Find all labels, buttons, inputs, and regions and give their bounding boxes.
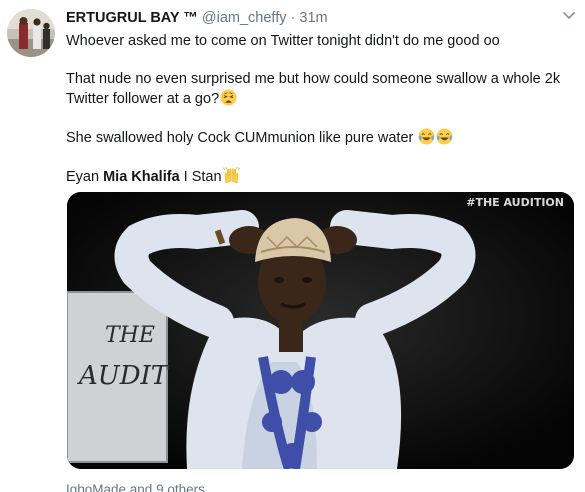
raising-hands-icon [222,167,240,184]
tweet-media[interactable]: THE AUDIT #THE AUDITION [67,192,574,469]
tweet-line-3-text: She swallowed holy Cock CUMmunion like p… [66,130,414,146]
sign-text-2: AUDIT [77,361,170,391]
avatar-image [7,9,55,57]
tweet-content: ERTUGRUL BAY ™ @iam_cheffy · 31m Whoever… [66,8,574,187]
sign-text-1: THE [105,323,155,348]
tweet-line-2-text: That nude no even surprised me but how c… [66,71,561,107]
tweet-line-4-bold: Mia Khalifa [103,169,180,185]
audition-sign: THE AUDIT [67,291,170,463]
tweet-line-3: She swallowed holy Cock CUMmunion like p… [66,128,574,148]
face-with-tears-of-joy-icon [436,128,453,145]
weary-face-emoji-icon [220,89,237,106]
tweet-line-2: That nude no even surprised me but how c… [66,70,574,109]
tweet-line-1: Whoever asked me to come on Twitter toni… [66,33,500,49]
media-image: THE AUDIT #THE AUDITION [67,192,574,469]
face-with-tears-of-joy-icon [418,128,435,145]
tweet-line-4: Eyan Mia Khalifa I Stan [66,167,574,187]
avatar[interactable] [7,9,55,57]
tweet-line-4-prefix: Eyan [66,169,104,185]
display-name[interactable]: ERTUGRUL BAY ™ [66,10,198,26]
timestamp[interactable]: 31m [299,10,327,26]
tweet-line-4-suffix: I Stan [179,169,222,185]
tweet-text: Whoever asked me to come on Twitter toni… [66,32,574,187]
liked-by-text[interactable]: IgboMade and 9 others [66,482,205,492]
tweet-header: ERTUGRUL BAY ™ @iam_cheffy · 31m [66,8,574,28]
tweet[interactable]: ERTUGRUL BAY ™ @iam_cheffy · 31m Whoever… [0,0,585,492]
media-overlay-tag: #THE AUDITION [466,196,564,209]
header-separator: · [290,10,296,26]
user-handle[interactable]: @iam_cheffy [202,10,287,26]
